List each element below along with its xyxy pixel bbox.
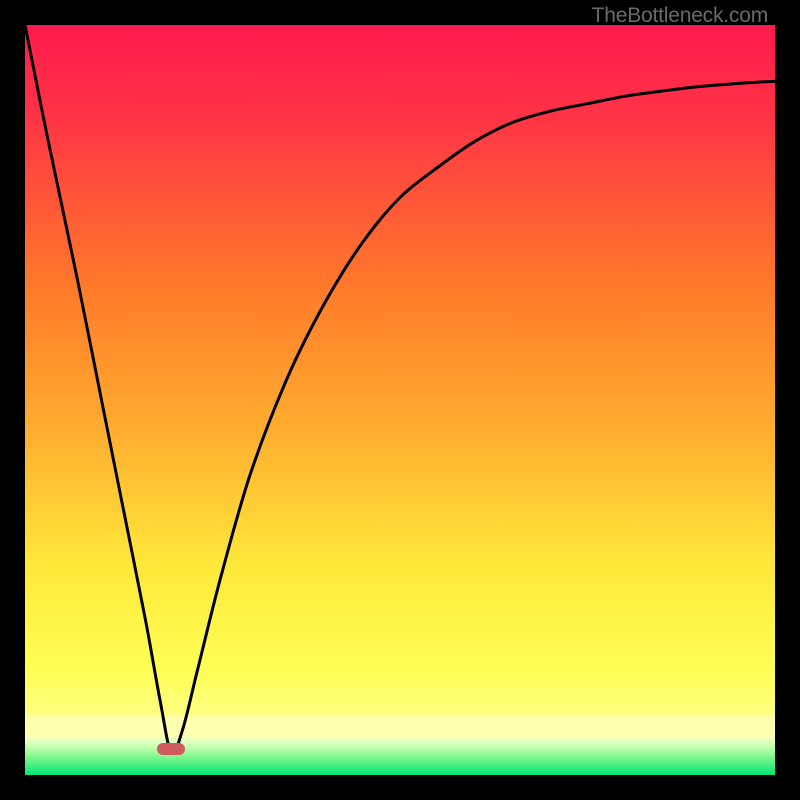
watermark-text: TheBottleneck.com	[592, 4, 768, 28]
bottleneck-curve	[25, 25, 775, 754]
optimal-marker	[157, 743, 185, 755]
plot-area	[25, 25, 775, 775]
curve-layer	[25, 25, 775, 775]
